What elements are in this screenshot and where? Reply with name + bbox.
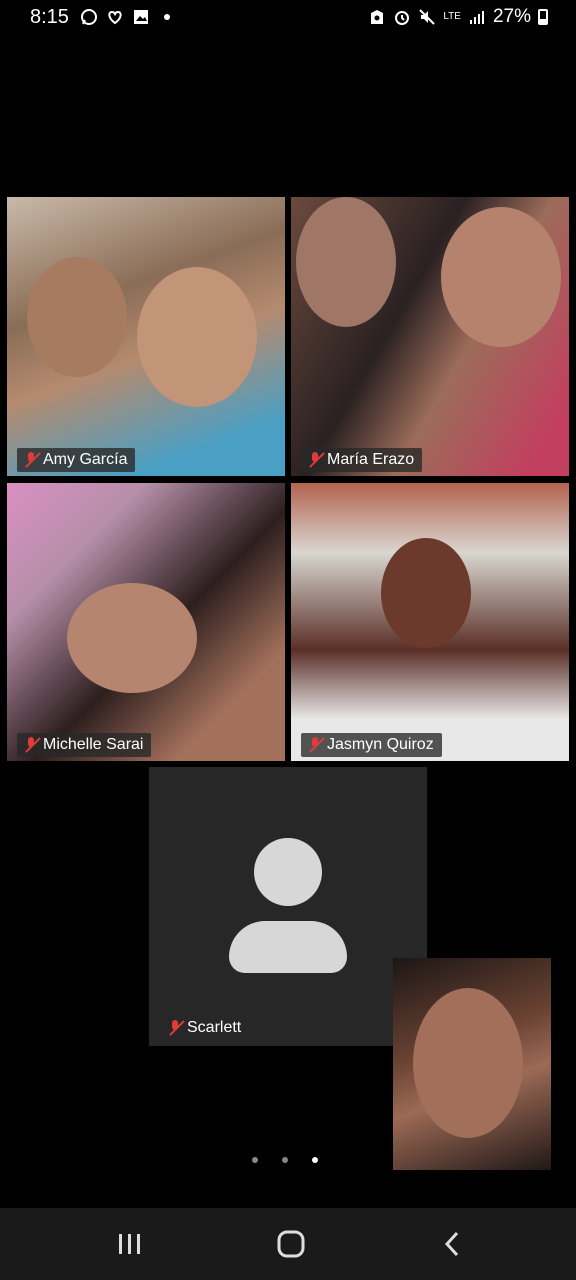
name-tag: Amy García [17, 448, 136, 472]
heart-icon [108, 10, 122, 25]
recent-apps-icon [119, 1234, 140, 1254]
recent-apps-button[interactable] [90, 1208, 170, 1280]
system-icons: LTE 27% [368, 6, 548, 28]
page-dot-2[interactable] [282, 1157, 288, 1163]
video-tile-maria[interactable]: María Erazo [291, 197, 569, 476]
page-dot-1[interactable] [252, 1157, 258, 1163]
self-view-video[interactable] [393, 958, 551, 1170]
whatsapp-icon [81, 9, 97, 25]
page-dot-3[interactable] [312, 1157, 318, 1163]
participant-face [67, 583, 197, 693]
navigation-bar [0, 1208, 576, 1280]
lte-icon: LTE [443, 11, 461, 22]
home-button[interactable] [251, 1208, 331, 1280]
video-tile-michelle[interactable]: Michelle Sarai [7, 483, 285, 761]
name-tag: Jasmyn Quiroz [301, 733, 442, 757]
name-tag: Michelle Sarai [17, 733, 152, 757]
participant-face [381, 538, 471, 648]
status-time: 8:15 [30, 6, 69, 28]
battery-percent: 27% [492, 6, 531, 27]
muted-mic-icon [23, 451, 39, 469]
muted-mic-icon [307, 736, 323, 754]
avatar-head [254, 838, 322, 906]
name-tag: María Erazo [301, 448, 423, 472]
name-tag: Scarlett [161, 1016, 249, 1040]
participant-face [296, 197, 396, 327]
muted-mic-icon [307, 451, 323, 469]
participant-face [27, 257, 127, 377]
video-tile-scarlett[interactable]: Scarlett [149, 767, 427, 1046]
participant-name: Jasmyn Quiroz [327, 736, 434, 753]
video-tile-jasmyn[interactable]: Jasmyn Quiroz [291, 483, 569, 761]
notification-icons [80, 8, 176, 26]
dot-icon [164, 14, 170, 20]
participant-name: Amy García [43, 451, 128, 468]
back-button[interactable] [412, 1208, 492, 1280]
alarm-clock-icon [395, 11, 410, 25]
status-bar: 8:15 LTE 27% [0, 0, 576, 36]
signal-icon [469, 11, 484, 24]
image-icon [134, 10, 148, 24]
video-tile-amy[interactable]: Amy García [7, 197, 285, 476]
mute-icon [419, 9, 436, 25]
avatar-body [229, 921, 347, 973]
muted-mic-icon [167, 1019, 183, 1037]
page-indicator [252, 1157, 318, 1163]
participant-name: María Erazo [327, 451, 415, 468]
participant-name: Michelle Sarai [43, 736, 144, 753]
battery-icon [538, 9, 548, 25]
muted-mic-icon [23, 736, 39, 754]
participant-name: Scarlett [187, 1019, 242, 1036]
self-face [413, 988, 523, 1138]
home-icon [277, 1230, 305, 1258]
participant-face [137, 267, 257, 407]
back-icon [444, 1231, 459, 1257]
participant-face [441, 207, 561, 347]
alarm-lock-icon [371, 10, 384, 24]
